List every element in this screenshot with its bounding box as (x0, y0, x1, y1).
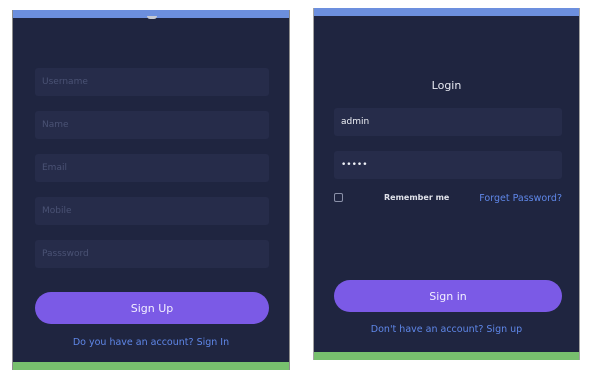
top-accent-bar (314, 8, 579, 16)
bottom-accent-bar (13, 362, 289, 370)
notch-indicator (147, 16, 157, 19)
forget-password-link[interactable]: Forget Password? (479, 193, 562, 204)
sign-up-link[interactable]: Don't have an account? Sign up (314, 324, 579, 335)
mobile-field[interactable] (35, 197, 269, 225)
sign-in-button[interactable]: Sign in (334, 280, 562, 312)
sign-in-link[interactable]: Do you have an account? Sign In (13, 337, 289, 348)
password-field[interactable] (35, 240, 269, 268)
password-field[interactable] (334, 151, 562, 179)
remember-me-label: Remember me (384, 193, 450, 202)
page-title: Login (431, 79, 462, 92)
login-screen: Login Remember me Forget Password? Sign … (313, 8, 580, 360)
signup-screen: Sign Up Do you have an account? Sign In (12, 10, 290, 370)
email-field[interactable] (35, 154, 269, 182)
remember-me-checkbox[interactable] (334, 193, 343, 202)
name-field[interactable] (35, 111, 269, 139)
bottom-accent-bar (314, 352, 579, 360)
username-field[interactable] (334, 108, 562, 136)
username-field[interactable] (35, 68, 269, 96)
sign-up-button[interactable]: Sign Up (35, 292, 269, 324)
